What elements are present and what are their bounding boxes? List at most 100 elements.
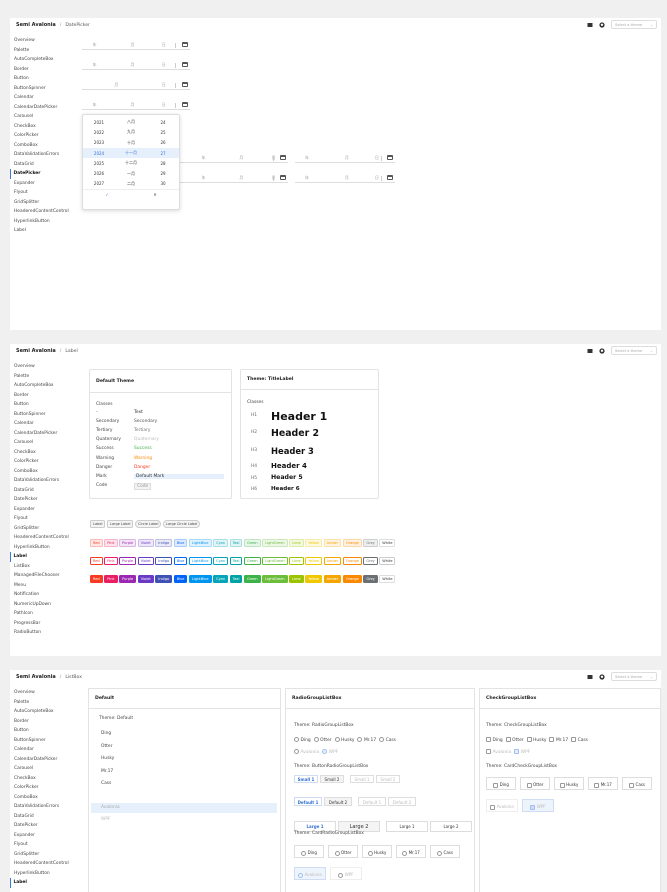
sidebar-item-hyperlinkbutton[interactable]: HyperlinkButton <box>10 543 80 553</box>
popup-cell[interactable]: 十月 <box>115 140 147 146</box>
sidebar-item-palette[interactable]: Palette <box>10 372 80 382</box>
card-radio-option[interactable]: Mr.17 <box>396 845 426 858</box>
popup-cell[interactable]: 24 <box>147 120 179 125</box>
sidebar-item-gridsplitter[interactable]: GridSplitter <box>10 198 80 208</box>
sidebar-item-colorpicker[interactable]: ColorPicker <box>10 783 80 793</box>
sidebar-item-radiobutton[interactable]: RadioButton <box>10 628 80 638</box>
popup-row[interactable]: 2022 九月 25 <box>83 127 179 137</box>
github-icon[interactable] <box>599 347 605 354</box>
date-picker-input[interactable]: 年月日 <box>180 153 288 163</box>
option[interactable]: Otter <box>313 737 332 743</box>
sidebar-item-button[interactable]: Button <box>10 74 80 84</box>
popup-row[interactable]: 2026 一月 29 <box>83 168 179 178</box>
sidebar-item-overview[interactable]: Overview <box>10 362 80 372</box>
card-check-option[interactable]: Cass <box>622 777 652 790</box>
sidebar-item-label[interactable]: Label <box>10 552 80 562</box>
popup-cell[interactable]: 27 <box>147 151 179 156</box>
list-item[interactable]: Otter <box>101 744 112 749</box>
popup-row[interactable]: 2023 十月 26 <box>83 138 179 148</box>
sidebar-item-datagrid[interactable]: DataGrid <box>10 812 80 822</box>
sidebar-item-pathicon[interactable]: PathIcon <box>10 609 80 619</box>
sidebar-item-calendar[interactable]: Calendar <box>10 745 80 755</box>
date-picker-input[interactable]: 月日 <box>82 80 190 90</box>
calendar-icon[interactable] <box>182 62 188 67</box>
sidebar-item-datepicker[interactable]: DatePicker <box>10 821 80 831</box>
sidebar-item-combobox[interactable]: ComboBox <box>10 793 80 803</box>
segmented-button[interactable]: Small 2 <box>320 775 344 783</box>
option[interactable]: Husky <box>334 737 354 743</box>
popup-cell[interactable]: 九月 <box>115 129 147 135</box>
popup-cell[interactable]: 2025 <box>83 161 115 166</box>
theme-toggle-icon[interactable] <box>587 674 593 680</box>
sidebar-item-flyout[interactable]: Flyout <box>10 840 80 850</box>
sidebar-item-progressbar[interactable]: ProgressBar <box>10 619 80 629</box>
popup-cell[interactable]: 十二月 <box>115 160 147 166</box>
sidebar-item-button[interactable]: Button <box>10 726 80 736</box>
calendar-icon[interactable] <box>387 155 393 160</box>
sidebar-item-flyout[interactable]: Flyout <box>10 188 80 198</box>
popup-cell[interactable]: 29 <box>147 171 179 176</box>
calendar-icon[interactable] <box>280 175 286 180</box>
theme-toggle-icon[interactable] <box>587 348 593 354</box>
date-picker-input[interactable]: 年月日 <box>82 60 190 70</box>
segmented-button[interactable]: Default 2 <box>324 797 352 806</box>
date-picker-input[interactable]: 年月日 <box>180 173 288 183</box>
date-picker-input[interactable]: 年月日 <box>82 100 190 110</box>
card-radio-option[interactable]: Cass <box>430 845 460 858</box>
sidebar-item-calendardatepicker[interactable]: CalendarDatePicker <box>10 755 80 765</box>
sidebar-item-overview[interactable]: Overview <box>10 36 80 46</box>
calendar-icon[interactable] <box>182 102 188 107</box>
popup-cancel-button[interactable]: ✕ <box>131 192 179 197</box>
theme-select[interactable]: Select a theme ⌄ <box>611 20 657 29</box>
sidebar-item-combobox[interactable]: ComboBox <box>10 141 80 151</box>
calendar-icon[interactable] <box>387 175 393 180</box>
sidebar-item-palette[interactable]: Palette <box>10 698 80 708</box>
option[interactable]: Cass <box>379 737 396 743</box>
sidebar-item-listbox[interactable]: ListBox <box>10 562 80 572</box>
option[interactable]: Ding <box>486 737 503 743</box>
popup-cell[interactable]: 26 <box>147 140 179 145</box>
popup-cell[interactable]: 28 <box>147 161 179 166</box>
popup-row[interactable]: 2025 十二月 28 <box>83 158 179 168</box>
sidebar-item-notification[interactable]: Notification <box>10 590 80 600</box>
popup-cell[interactable]: 2022 <box>83 130 115 135</box>
popup-cell[interactable]: 2021 <box>83 120 115 125</box>
sidebar-item-calendardatepicker[interactable]: CalendarDatePicker <box>10 429 80 439</box>
popup-row[interactable]: 2024 十一月 27 <box>83 147 179 159</box>
card-check-option[interactable]: Otter <box>520 777 550 790</box>
sidebar-item-calendar[interactable]: Calendar <box>10 419 80 429</box>
sidebar-item-border[interactable]: Border <box>10 717 80 727</box>
sidebar-item-carousel[interactable]: Carousel <box>10 764 80 774</box>
card-check-option[interactable]: Ding <box>486 777 516 790</box>
theme-toggle-icon[interactable] <box>587 22 593 28</box>
sidebar-item-datepicker[interactable]: DatePicker <box>10 495 80 505</box>
date-picker-input[interactable]: 年月日 <box>82 40 190 50</box>
calendar-icon[interactable] <box>280 155 286 160</box>
card-radio-option[interactable]: Husky <box>362 845 392 858</box>
popup-cell[interactable]: 2027 <box>83 181 115 186</box>
github-icon[interactable] <box>599 21 605 28</box>
sidebar-item-checkbox[interactable]: CheckBox <box>10 774 80 784</box>
sidebar-item-buttonspinner[interactable]: ButtonSpinner <box>10 736 80 746</box>
popup-cell[interactable]: 2023 <box>83 140 115 145</box>
option[interactable]: Mr.17 <box>549 737 568 743</box>
popup-cell[interactable]: 一月 <box>115 171 147 177</box>
segmented-button[interactable]: Small 1 <box>294 775 318 783</box>
sidebar-item-expander[interactable]: Expander <box>10 505 80 515</box>
sidebar-item-datagrid[interactable]: DataGrid <box>10 160 80 170</box>
sidebar-item-colorpicker[interactable]: ColorPicker <box>10 457 80 467</box>
sidebar-item-gridsplitter[interactable]: GridSplitter <box>10 524 80 534</box>
sidebar-item-hyperlinkbutton[interactable]: HyperlinkButton <box>10 217 80 227</box>
sidebar-item-expander[interactable]: Expander <box>10 831 80 841</box>
segmented-button[interactable]: Large 2 <box>338 821 380 832</box>
sidebar-item-autocompletebox[interactable]: AutoCompleteBox <box>10 707 80 717</box>
sidebar-item-datagrid[interactable]: DataGrid <box>10 486 80 496</box>
sidebar-item-menu[interactable]: Menu <box>10 581 80 591</box>
sidebar-item-carousel[interactable]: Carousel <box>10 112 80 122</box>
date-picker-input[interactable]: 年月日 <box>295 173 395 183</box>
sidebar-item-datavalidationerrors[interactable]: DataValidationErrors <box>10 150 80 160</box>
sidebar-item-button[interactable]: Button <box>10 400 80 410</box>
sidebar-item-hyperlinkbutton[interactable]: HyperlinkButton <box>10 869 80 879</box>
option[interactable]: Husky <box>526 737 546 743</box>
sidebar-item-headeredcontentcontrol[interactable]: HeaderedContentControl <box>10 207 80 217</box>
